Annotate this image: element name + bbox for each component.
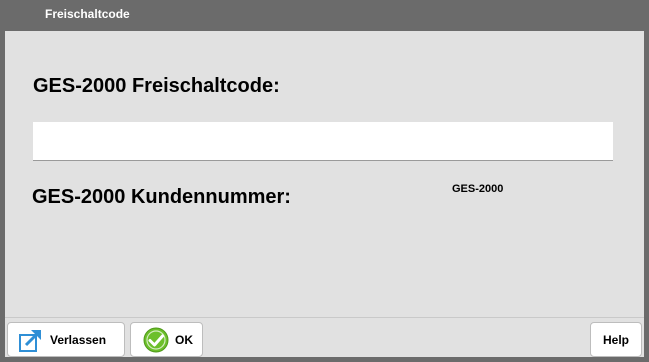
- activation-code-input[interactable]: [33, 122, 613, 161]
- button-bar: Verlassen OK Help: [5, 317, 644, 357]
- green-check-icon: [143, 327, 169, 353]
- customer-number-label: GES-2000 Kundennummer:: [32, 186, 291, 208]
- title-bar: Freischaltcode: [0, 0, 649, 31]
- leave-button-label: Verlassen: [50, 332, 107, 347]
- exit-arrow-icon: [18, 327, 44, 353]
- activation-code-label: GES-2000 Freischaltcode:: [33, 75, 280, 97]
- ok-button-label: OK: [175, 332, 193, 347]
- ok-button[interactable]: OK: [130, 322, 203, 357]
- window-title: Freischaltcode: [45, 7, 130, 21]
- dialog-window: Freischaltcode GES-2000 Freischaltcode: …: [0, 0, 649, 362]
- help-button[interactable]: Help: [590, 322, 642, 357]
- help-button-label: Help: [602, 332, 629, 347]
- leave-button[interactable]: Verlassen: [7, 322, 125, 357]
- content-panel: GES-2000 Freischaltcode: GES-2000 Kunden…: [5, 31, 644, 317]
- customer-number-value: GES-2000: [452, 183, 504, 195]
